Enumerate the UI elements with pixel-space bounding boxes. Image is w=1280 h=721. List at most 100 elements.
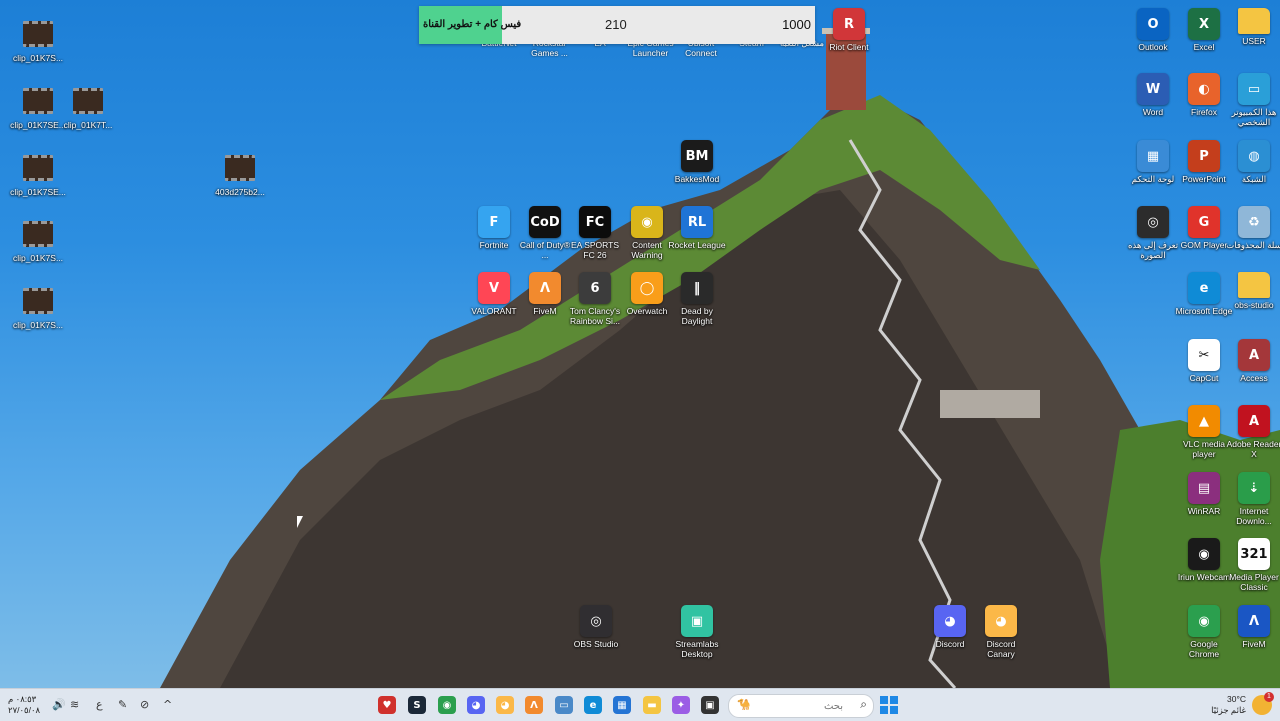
rainbow-six-icon: 6 (579, 272, 611, 304)
pen-icon[interactable]: ✎ (118, 698, 127, 711)
chevron-up-icon[interactable]: ^ (163, 698, 172, 711)
desktop-icon-label: هذا الكمبيوتر الشخصي (1231, 107, 1277, 127)
desktop-icon-28[interactable]: ▭ هذا الكمبيوتر الشخصي (1225, 73, 1280, 127)
edge-icon[interactable]: e (584, 696, 602, 714)
desktop-icon-label: OBS Studio (573, 639, 619, 649)
desktop-icon-8[interactable]: BM BakkesMod (668, 140, 726, 184)
ea-fc-icon: FC (579, 206, 611, 238)
discord-icon[interactable]: ◕ (467, 696, 485, 714)
discord-canary-icon[interactable]: ◕ (496, 696, 514, 714)
riot-client-icon: R (833, 8, 865, 40)
desktop-icon-13[interactable]: RL Rocket League (668, 206, 726, 250)
desktop-icon-3[interactable]: clip_01K7SE... (9, 149, 67, 197)
desktop-icon-label: Outlook (1138, 42, 1168, 52)
weather-sun-icon[interactable]: 1 (1252, 692, 1274, 715)
weather-widget[interactable]: 30°C غائم جزئيًا (1211, 694, 1246, 716)
store-icon[interactable]: ▦ (613, 696, 631, 714)
discord-icon: ◕ (934, 605, 966, 637)
desktop-icon-46[interactable]: Λ FiveM (1225, 605, 1280, 649)
desktop-icon-31[interactable]: ◍ الشبكة (1225, 140, 1280, 184)
desktop-icon-label: Dead by Daylight (681, 306, 713, 326)
chrome-icon[interactable]: ◉ (438, 696, 456, 714)
desktop-icon-label: Access (1240, 373, 1268, 383)
desktop-icon-label: تعرف إلى هذه الصورة (1127, 240, 1179, 260)
desktop-icon-label: BakkesMod (674, 174, 720, 184)
desktop-icon-14[interactable]: V VALORANT (465, 272, 523, 316)
wifi-icon[interactable]: ≋ (70, 698, 79, 711)
desktop-icon-36[interactable]: obs-studio (1225, 272, 1280, 310)
start-button[interactable] (880, 696, 898, 714)
taskbar-search-box[interactable]: 🐪 ⌕ (728, 694, 874, 718)
copilot-icon[interactable]: ✦ (672, 696, 690, 714)
desktop-icon-9[interactable]: F Fortnite (465, 206, 523, 250)
notification-off-icon[interactable]: ⊘ (140, 698, 149, 711)
desktop-icon-label: سلة المحذوفات (1226, 240, 1280, 250)
valorant-icon: V (478, 272, 510, 304)
desktop-icon-5[interactable]: clip_01K7S... (9, 215, 67, 263)
desktop-icon-label: clip_01K7S... (12, 53, 64, 63)
file-explorer-icon[interactable]: ▬ (643, 696, 661, 714)
steam-icon[interactable]: S (408, 696, 426, 714)
start-logo-pane (890, 706, 898, 714)
desktop-icon-38[interactable]: A Access (1225, 339, 1280, 383)
folder-icon (1238, 8, 1270, 34)
fivem-icon[interactable]: Λ (525, 696, 543, 714)
desktop-icon-7[interactable]: R Riot Client (820, 8, 878, 52)
desktop-icon-6[interactable]: clip_01K7S... (9, 282, 67, 330)
mouse-cursor-icon (297, 516, 303, 528)
volume-icon[interactable]: 🔊 (52, 698, 66, 711)
desktop-icon-11[interactable]: FC EA SPORTS FC 26 (566, 206, 624, 260)
desktop-icon-label: Fortnite (479, 240, 509, 250)
taskbar-clock[interactable]: ٠٨:٥٣ م ٢٧/٠٥/٠٨ (8, 694, 40, 716)
goal-current-value: 210 (605, 17, 627, 32)
desktop-icon-42[interactable]: ⇣ Internet Downlo... (1225, 472, 1280, 526)
desktop-icon-21[interactable]: ◕ Discord (921, 605, 979, 649)
desktop-icon-22[interactable]: ◕ Discord Canary (972, 605, 1030, 659)
desktop-icon-0[interactable]: clip_01K7S... (9, 15, 67, 63)
desktop-icon-label: لوحة التحكم (1131, 174, 1175, 184)
desktop-icon-44[interactable]: 321 Media Player Classic (1225, 538, 1280, 592)
desktop-icon-label: clip_01K7S... (12, 320, 64, 330)
desktop-icon-2[interactable]: clip_01K7T... (59, 82, 117, 130)
clock-date: ٢٧/٠٥/٠٨ (8, 705, 41, 715)
obs-studio-icon: ◎ (580, 605, 612, 637)
this-pc-icon: ▭ (1238, 73, 1270, 105)
content-warning-icon: ◉ (631, 206, 663, 238)
desktop-icon-label: Discord (935, 639, 965, 649)
language-indicator[interactable]: ع (96, 698, 103, 711)
desktop-icon-16[interactable]: 6 Tom Clancy's Rainbow Si... (566, 272, 624, 326)
clock-time: ٠٨:٥٣ م (8, 694, 37, 704)
desktop-icon-25[interactable]: USER (1225, 8, 1280, 46)
desktop-icon-23[interactable]: O Outlook (1124, 8, 1182, 52)
search-highlight-icon: 🐪 (737, 698, 751, 711)
desktop-icon-18[interactable]: ‖ Dead by Daylight (668, 272, 726, 326)
task-view-icon[interactable]: ▣ (701, 696, 719, 714)
video-clip-icon (23, 21, 53, 47)
start-logo-pane (880, 696, 888, 704)
wallpaper-rock-landscape (160, 28, 1280, 688)
window-app-icon[interactable]: ▭ (555, 696, 573, 714)
video-clip-icon (73, 88, 103, 114)
desktop-icon-4[interactable]: 403d275b2... (211, 149, 269, 197)
desktop-icon-19[interactable]: ◎ OBS Studio (567, 605, 625, 649)
desktop (0, 0, 1280, 688)
cards-app-icon[interactable]: ♥ (378, 696, 396, 714)
search-input[interactable] (769, 698, 845, 714)
desktop-icon-label: Adobe Reader X (1226, 439, 1280, 459)
desktop-icon-label: Streamlabs Desktop (675, 639, 719, 659)
call-of-duty-icon: CoD (529, 206, 561, 238)
desktop-icon-20[interactable]: ▣ Streamlabs Desktop (668, 605, 726, 659)
video-clip-icon (23, 88, 53, 114)
desktop-icon-34[interactable]: ♻ سلة المحذوفات (1225, 206, 1280, 250)
desktop-icon-40[interactable]: A Adobe Reader X (1225, 405, 1280, 459)
fivem-icon: Λ (1238, 605, 1270, 637)
desktop-icon-29[interactable]: ▦ لوحة التحكم (1124, 140, 1182, 184)
desktop-icon-32[interactable]: ◎ تعرف إلى هذه الصورة (1124, 206, 1182, 260)
desktop-icon-label: USER (1242, 36, 1266, 46)
fortnite-icon: F (478, 206, 510, 238)
desktop-icon-label: Discord Canary (986, 639, 1016, 659)
streamlabs-icon: ▣ (681, 605, 713, 637)
bakkesmod-icon: BM (681, 140, 713, 172)
search-icon: ⌕ (860, 697, 867, 711)
desktop-icon-26[interactable]: W Word (1124, 73, 1182, 117)
